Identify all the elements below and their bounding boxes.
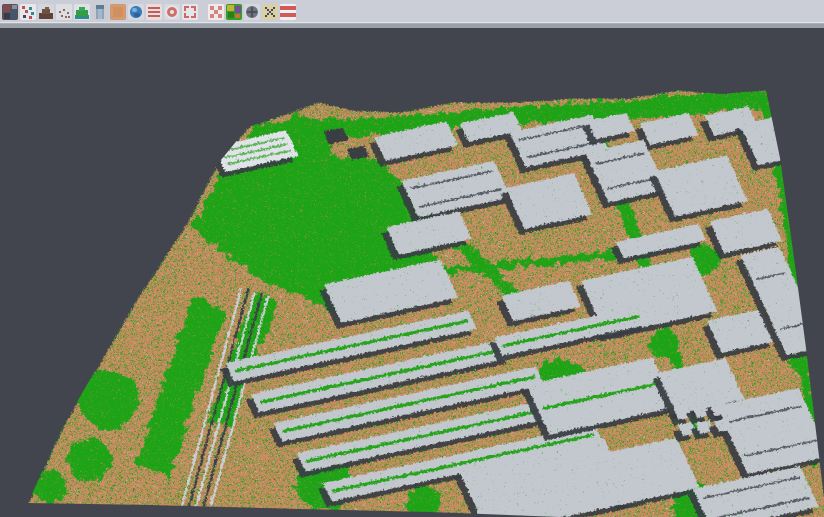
- toolbar-button-red-layers[interactable]: [146, 4, 162, 20]
- raster-grid-icon: [208, 4, 224, 20]
- toolbar-button-classification-map[interactable]: [226, 4, 242, 20]
- red-layers-icon: [146, 4, 162, 20]
- striped-flag-icon: [280, 4, 296, 20]
- 3d-viewport[interactable]: [0, 28, 824, 517]
- point-density-icon: [56, 4, 72, 20]
- hillshade-icon: [38, 4, 54, 20]
- toolbar-button-classified-points[interactable]: [20, 4, 36, 20]
- orthophoto-icon: [110, 4, 126, 20]
- classification-map-icon: [226, 4, 242, 20]
- toolbar-button-target-ring[interactable]: [164, 4, 180, 20]
- application-window: [0, 0, 824, 517]
- toolbar-button-crop-region[interactable]: [182, 4, 198, 20]
- mesh-sphere-icon: [244, 4, 260, 20]
- classified-points-icon: [20, 4, 36, 20]
- toolbar-button-texture-image[interactable]: [2, 4, 18, 20]
- crop-region-icon: [182, 4, 198, 20]
- toolbar-button-dtm-terrain[interactable]: [74, 4, 90, 20]
- toolbar: [0, 0, 824, 22]
- target-ring-icon: [164, 4, 180, 20]
- cross-section-icon: [92, 4, 108, 20]
- toolbar-button-raster-grid[interactable]: [208, 4, 224, 20]
- toolbar-button-measure-grid[interactable]: [262, 4, 278, 20]
- toolbar-button-orthophoto[interactable]: [110, 4, 126, 20]
- toolbar-button-cross-section[interactable]: [92, 4, 108, 20]
- dtm-terrain-icon: [74, 4, 90, 20]
- toolbar-button-hillshade[interactable]: [38, 4, 54, 20]
- measure-grid-icon: [262, 4, 278, 20]
- globe-3d-icon: [128, 4, 144, 20]
- toolbar-button-mesh-sphere[interactable]: [244, 4, 260, 20]
- 3d-viewport-canvas[interactable]: [0, 28, 824, 517]
- toolbar-button-point-density[interactable]: [56, 4, 72, 20]
- toolbar-button-globe-3d[interactable]: [128, 4, 144, 20]
- toolbar-button-striped-flag[interactable]: [280, 4, 296, 20]
- texture-image-icon: [2, 4, 18, 20]
